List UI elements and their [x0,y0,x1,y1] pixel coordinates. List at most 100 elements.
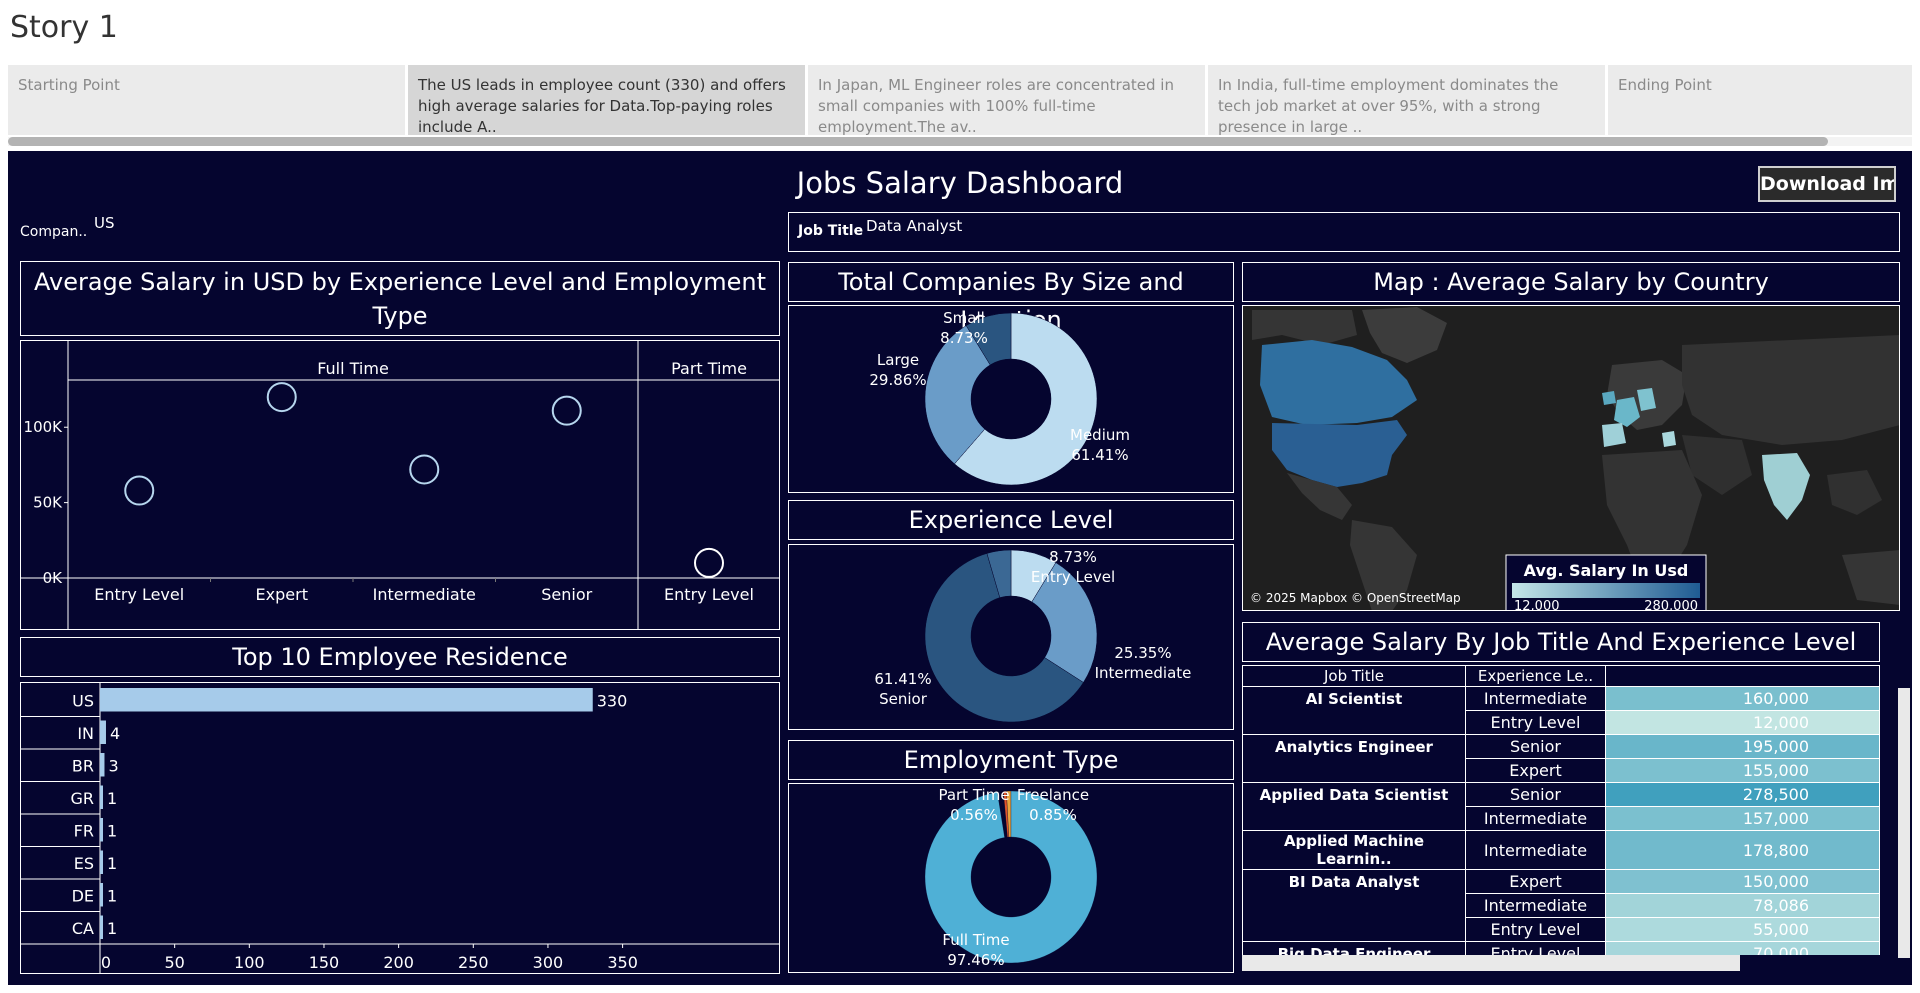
download-image-button[interactable]: Download Im.. [1758,166,1896,202]
bar-x-tick-label: 300 [533,953,564,972]
bar-ES [100,850,103,874]
company-filter-value[interactable]: US [94,214,115,232]
cell-experience: Expert [1465,869,1606,894]
bar-value-label: 1 [107,789,117,808]
bar-category-label: BR [72,756,94,775]
cell-salary: 160,000 [1605,686,1880,711]
panel-header-0: Full Time [317,359,389,378]
cell-experience: Intermediate [1465,686,1606,711]
cell-experience: Senior [1465,782,1606,807]
cell-salary: 12,000 [1605,710,1880,735]
cell-salary: 195,000 [1605,734,1880,759]
map-title: Map : Average Salary by Country [1242,262,1900,302]
donut-label: Small [943,309,985,327]
donut-label: 61.41% [1071,446,1128,464]
cell-experience: Intermediate [1465,893,1606,918]
cell-job-title: AI Scientist [1242,686,1466,711]
table-row[interactable]: Entry Level 55,000 [1242,917,1880,942]
bar-FR [100,818,103,842]
table-vertical-scrollbar[interactable] [1898,688,1910,958]
table-row[interactable]: Analytics Engineer Senior 195,000 [1242,734,1880,759]
bar-x-tick-label: 250 [458,953,489,972]
table-horizontal-scrollbar[interactable] [1242,955,1740,971]
company-size-donut: Medium 61.41% Large 29.86% Small 8.73% [869,309,1130,486]
panel-header-1: Part Time [671,359,747,378]
story-point-1[interactable]: Starting Point [8,65,408,135]
scatter-point-fulltime-0 [124,475,155,506]
table-row[interactable]: Applied Machine Learnin.. Intermediate 178… [1242,830,1880,870]
map-frame [1242,305,1900,611]
job-table-title: Average Salary By Job Title And Experien… [1242,622,1880,662]
experience-level-title: Experience Level [788,500,1234,540]
bar-value-label: 1 [107,919,117,938]
scatter-layer: Full Time Part Time 100K 50K 0K Entry Level Ex… [20,340,780,630]
cell-experience: Intermediate [1465,830,1606,870]
bar-chart-title: Top 10 Employee Residence [20,637,780,677]
donut-label: 8.73% [940,329,988,347]
cell-salary: 278,500 [1605,782,1880,807]
table-row[interactable]: Big Data Engineer Entry Level 70,000 [1242,941,1880,955]
story-point-3[interactable]: In Japan, ML Engineer roles are concentr… [808,65,1208,135]
cell-salary: 55,000 [1605,917,1880,942]
story-point-2[interactable]: The US leads in employee count (330) and… [408,65,808,135]
donut-label: Senior [879,690,928,708]
employment-type-donut: Part Time 0.56% Freelance 0.85% Full Time 97.… [924,786,1098,969]
col-header-experience[interactable]: Experience Le.. [1465,665,1606,687]
scatter-point-parttime-0 [694,547,724,578]
scatter-point-fulltime-3 [551,395,582,426]
cell-job-title [1242,758,1466,783]
bar-category-label: DE [72,886,94,905]
bar-category-label: IN [77,724,94,743]
bar-US [100,688,593,712]
table-row[interactable]: Entry Level 12,000 [1242,710,1880,735]
company-filter-label: Compan.. [20,224,88,240]
bar-category-label: GR [70,789,94,808]
cell-job-title: Applied Data Scientist [1242,782,1466,807]
table-row[interactable]: Intermediate 78,086 [1242,893,1880,918]
col-header-job-title[interactable]: Job Title [1242,665,1466,687]
job-title-filter-label: Job Title [798,223,864,239]
bar-value-label: 3 [108,756,118,775]
cell-job-title [1242,893,1466,918]
donut-label: Medium [1070,426,1130,444]
donut-label: Part Time [938,786,1009,804]
bar-x-tick-label: 200 [383,953,414,972]
cell-job-title [1242,806,1466,831]
donut-label: 25.35% [1114,644,1171,662]
bar-DE [100,883,103,907]
table-row[interactable]: Applied Data Scientist Senior 278,500 [1242,782,1880,807]
cell-job-title: Applied Machine Learnin.. [1242,830,1466,870]
story-point-text: Ending Point [1618,76,1712,94]
y-tick-label: 0K [43,569,64,587]
cell-experience: Entry Level [1465,941,1606,955]
bar-value-label: 330 [597,691,628,710]
table-row[interactable]: Expert 155,000 [1242,758,1880,783]
cell-experience: Expert [1465,758,1606,783]
scatter-chart-title: Average Salary in USD by Experience Leve… [20,261,780,336]
bar-x-tick-label: 0 [101,953,111,972]
cell-experience: Intermediate [1465,806,1606,831]
story-point-5[interactable]: Ending Point [1608,65,1912,135]
story-point-4[interactable]: In India, full-time employment dominates… [1208,65,1608,135]
story-scrollbar-thumb[interactable] [8,137,1828,146]
cell-salary: 155,000 [1605,758,1880,783]
bar-x-tick-label: 350 [607,953,638,972]
cell-experience: Senior [1465,734,1606,759]
bar-chart: US 330 IN 4 BR 3 GR 1 FR 1 ES 1 DE 1 CA 1 0 50 100 150 200 25… [20,682,780,974]
cell-salary: 150,000 [1605,869,1880,894]
bar-GR [100,785,103,809]
x-tick-label: Entry Level [664,585,754,604]
scatter-point-fulltime-1 [266,382,297,413]
table-row[interactable]: BI Data Analyst Expert 150,000 [1242,869,1880,894]
donut-label: 8.73% [1049,548,1097,566]
story-point-text: Starting Point [18,76,120,94]
bar-value-label: 1 [107,854,117,873]
donut-label: Entry Level [1031,568,1115,586]
cell-job-title: BI Data Analyst [1242,869,1466,894]
job-title-filter-value[interactable]: Data Analyst [866,217,962,235]
table-row[interactable]: AI Scientist Intermediate 160,000 [1242,686,1880,711]
table-row[interactable]: Intermediate 157,000 [1242,806,1880,831]
donut-label: 61.41% [874,670,931,688]
bar-IN [100,720,106,744]
cell-salary: 157,000 [1605,806,1880,831]
